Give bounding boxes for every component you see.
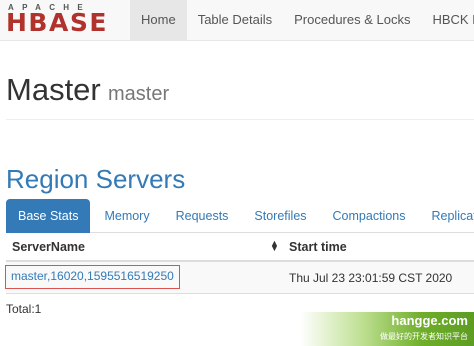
logo-hbase-text: HBASE [6, 8, 108, 37]
server-name-link[interactable]: master,16020,1595516519250 [5, 265, 180, 289]
start-time-cell: Thu Jul 23 23:01:59 CST 2020 [289, 271, 453, 285]
watermark-tagline: 做最好的开发者知识平台 [380, 332, 468, 341]
nav-item-table-details[interactable]: Table Details [187, 0, 283, 40]
hbase-logo[interactable]: APACHE HBASE [6, 3, 124, 37]
top-navbar: APACHE HBASE Home Table Details Procedur… [0, 0, 474, 41]
column-header-start-time[interactable]: Start time [289, 240, 347, 254]
tab-storefiles[interactable]: Storefiles [242, 199, 318, 233]
page-header: Master master [6, 72, 474, 120]
nav-item-procedures-locks[interactable]: Procedures & Locks [283, 0, 421, 40]
region-server-tabs: Base Stats Memory Requests Storefiles Co… [6, 199, 474, 233]
table-row: master,16020,1595516519250 Thu Jul 23 23… [5, 262, 474, 294]
table-header-row: ServerName ▲ ▼ Start time [6, 234, 474, 262]
tab-requests[interactable]: Requests [164, 199, 241, 233]
nav-menu: Home Table Details Procedures & Locks HB… [130, 0, 474, 40]
region-servers-heading: Region Servers [6, 164, 186, 194]
tab-replications[interactable]: Replications [419, 199, 474, 233]
column-header-servername[interactable]: ServerName [12, 240, 85, 254]
tab-base-stats[interactable]: Base Stats [6, 199, 91, 233]
page: APACHE HBASE Home Table Details Procedur… [0, 0, 474, 346]
nav-item-hbck-report[interactable]: HBCK Report [421, 0, 474, 40]
tab-compactions[interactable]: Compactions [321, 199, 418, 233]
page-subtitle: master [108, 83, 170, 105]
sort-icon[interactable]: ▲ ▼ [270, 239, 279, 253]
watermark-site: hangge.com [391, 313, 468, 328]
tab-memory[interactable]: Memory [92, 199, 161, 233]
page-title: Master [6, 72, 101, 107]
total-count: Total:1 [6, 302, 42, 316]
region-servers-table: ServerName ▲ ▼ Start time master,16020,15… [5, 234, 474, 294]
nav-item-home[interactable]: Home [130, 0, 187, 40]
